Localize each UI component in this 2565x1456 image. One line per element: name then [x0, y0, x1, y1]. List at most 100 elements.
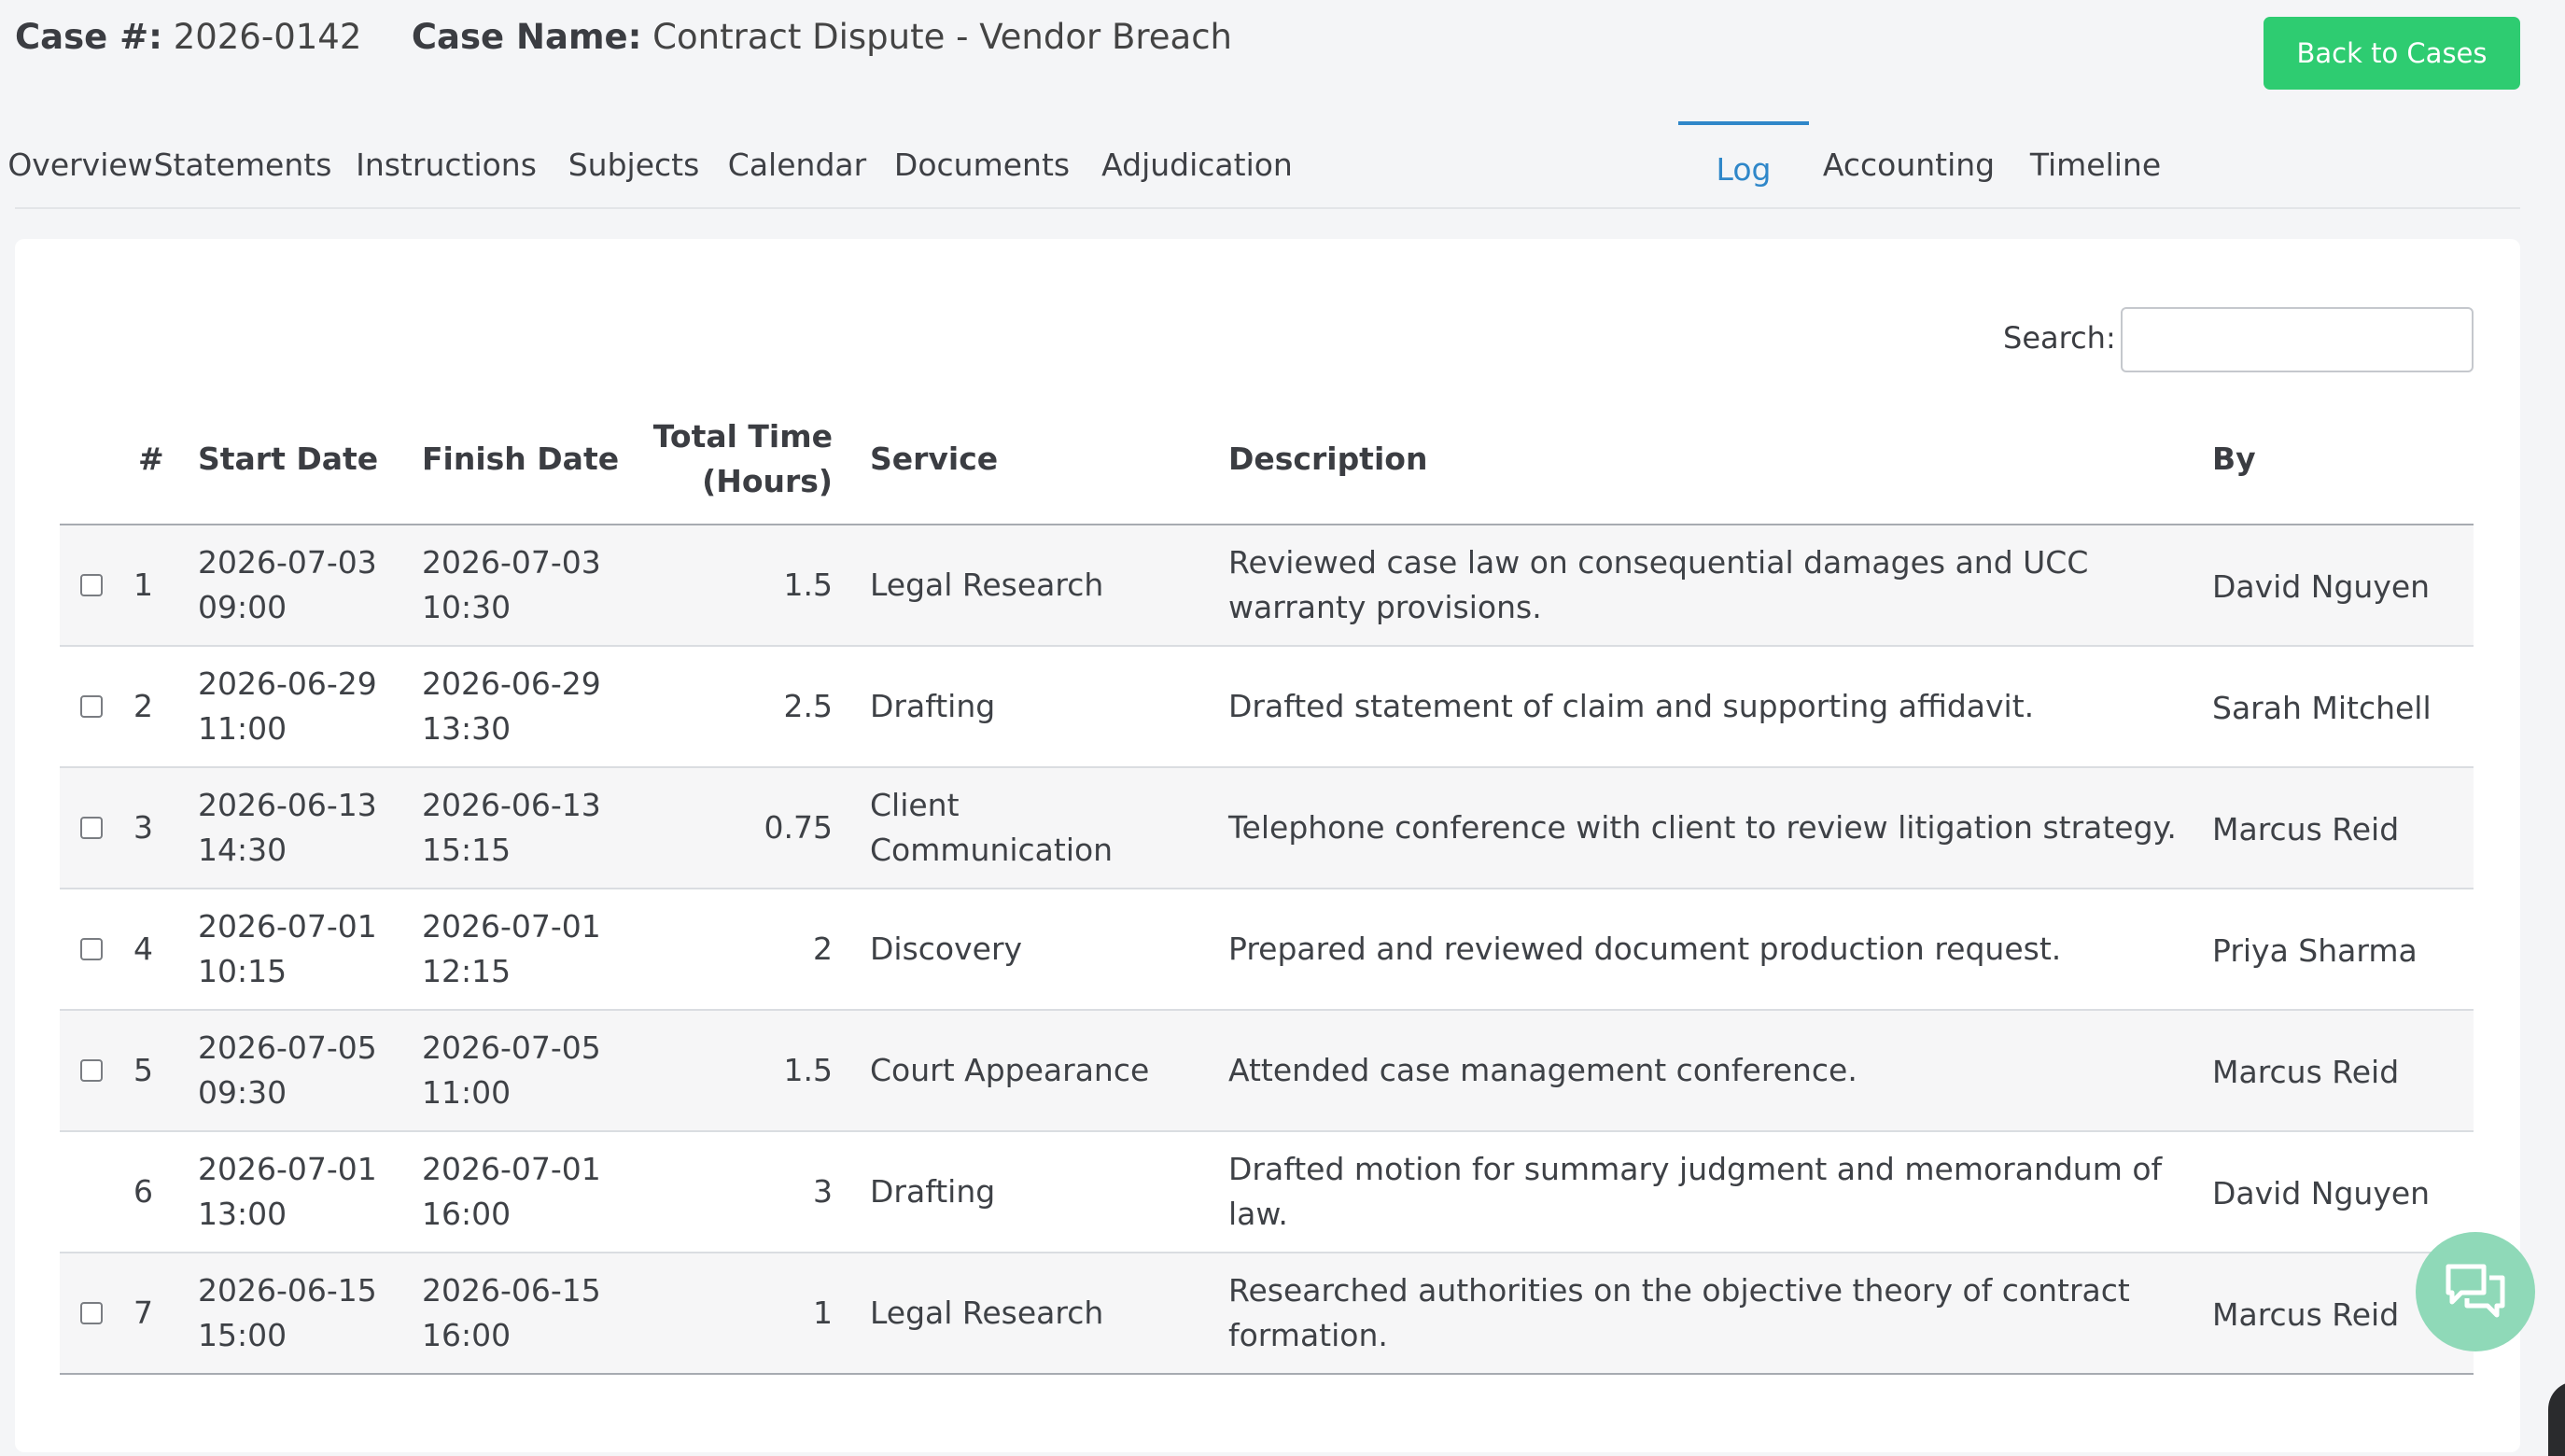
line-2: 15:15 — [422, 832, 512, 868]
service: Drafting — [870, 688, 996, 724]
line-1: 2026-07-03 — [422, 544, 601, 581]
line-2: 09:30 — [198, 1074, 287, 1111]
total-time: 2.5 — [783, 688, 833, 724]
start-date: 2026-07-01 13:00 — [198, 1147, 377, 1237]
tab-statements[interactable]: Statements — [147, 121, 339, 207]
start-date: 2026-07-05 09:30 — [198, 1026, 377, 1115]
row-number: 6 — [133, 1173, 153, 1210]
line-1: 2026-06-15 — [422, 1272, 601, 1309]
table-body: 1 2026-07-03 09:00 2026-07-03 10:30 1.5 Legal … — [60, 525, 2474, 1375]
by: Marcus Reid — [2212, 1296, 2400, 1333]
total-time: 0.75 — [764, 809, 833, 846]
description: Telephone conference with client to revi… — [1228, 809, 2177, 846]
col-total-time-line1: Total Time — [652, 418, 833, 455]
row-number: 2 — [133, 688, 153, 724]
line-1: 2026-06-15 — [198, 1272, 377, 1309]
col-start-date[interactable]: Start Date — [198, 437, 378, 482]
tab-calendar[interactable]: Calendar — [714, 121, 880, 207]
tab-adjudication[interactable]: Adjudication — [1084, 121, 1311, 207]
by: Priya Sharma — [2212, 932, 2418, 969]
search-input[interactable] — [2121, 307, 2474, 372]
row-number: 5 — [133, 1052, 153, 1088]
case-name: Contract Dispute - Vendor Breach — [652, 17, 1232, 57]
finish-date: 2026-06-13 15:15 — [422, 783, 601, 873]
chat-bubbles-icon — [2446, 1264, 2505, 1318]
page: Case #: 2026-0142 Case Name: Contract Di… — [0, 0, 2565, 1456]
tab-log[interactable]: Log — [1678, 121, 1809, 207]
line-2: 11:00 — [198, 710, 287, 747]
start-date: 2026-07-03 09:00 — [198, 540, 377, 630]
case-number-label: Case #: — [15, 17, 162, 57]
table-row: 4 2026-07-01 10:15 2026-07-01 12:15 2 Discover… — [60, 889, 2474, 1011]
total-time: 1 — [813, 1295, 833, 1331]
by: David Nguyen — [2212, 568, 2431, 605]
case-header: Case #: 2026-0142 Case Name: Contract Di… — [15, 17, 1232, 57]
finish-date: 2026-06-29 13:30 — [422, 662, 601, 751]
line-2: law. — [1228, 1196, 1288, 1232]
back-to-cases-button[interactable]: Back to Cases — [2264, 17, 2520, 90]
service: Discovery — [870, 931, 1023, 967]
log-table: # Start Date Finish Date Total Time (Hou… — [60, 406, 2474, 1375]
total-time: 1.5 — [783, 1052, 833, 1088]
line-2: formation. — [1228, 1317, 1388, 1353]
finish-date: 2026-06-15 16:00 — [422, 1268, 601, 1358]
description: Drafted statement of claim and supportin… — [1228, 688, 2035, 724]
line-2: warranty provisions. — [1228, 589, 1542, 625]
line-2: 14:30 — [198, 832, 287, 868]
start-date: 2026-06-15 15:00 — [198, 1268, 377, 1358]
search-label: Search: — [2003, 320, 2116, 356]
tab-timeline[interactable]: Timeline — [2009, 121, 2182, 207]
row-number: 3 — [133, 809, 153, 846]
service: Legal Research — [870, 1295, 1104, 1331]
by: Sarah Mitchell — [2212, 690, 2432, 726]
line-1: Drafted motion for summary judgment and … — [1228, 1151, 2163, 1187]
table-row: 5 2026-07-05 09:30 2026-07-05 11:00 1.5 Court … — [60, 1011, 2474, 1132]
line-1: 2026-07-01 — [198, 908, 377, 945]
chat-button[interactable] — [2416, 1232, 2535, 1351]
line-1: 2026-06-13 — [198, 787, 377, 823]
tab-accounting[interactable]: Accounting — [1809, 121, 2009, 207]
line-2: 13:30 — [422, 710, 512, 747]
table-row: 2 2026-06-29 11:00 2026-06-29 13:30 2.5 Drafti… — [60, 647, 2474, 768]
total-time: 3 — [813, 1173, 833, 1210]
tab-subjects[interactable]: Subjects — [554, 121, 714, 207]
col-description[interactable]: Description — [1228, 437, 1427, 482]
description: Drafted motion for summary judgment and … — [1228, 1147, 2199, 1237]
col-total-time[interactable]: Total Time (Hours) — [646, 414, 833, 504]
service: Client Communication — [870, 783, 1113, 873]
col-by[interactable]: By — [2212, 437, 2256, 482]
line-2: 12:15 — [422, 953, 512, 989]
start-date: 2026-06-13 14:30 — [198, 783, 377, 873]
line-1: 2026-07-05 — [422, 1029, 601, 1066]
line-1: 2026-06-29 — [198, 665, 377, 702]
by: Marcus Reid — [2212, 811, 2400, 847]
by: David Nguyen — [2212, 1175, 2431, 1211]
tab-overview[interactable]: Overview — [7, 121, 152, 207]
case-number: 2026-0142 — [173, 17, 362, 57]
table-row: 3 2026-06-13 14:30 2026-06-13 15:15 0.75 Clien… — [60, 768, 2474, 889]
tab-documents[interactable]: Documents — [880, 121, 1084, 207]
table-row: 1 2026-07-03 09:00 2026-07-03 10:30 1.5 Legal … — [60, 525, 2474, 647]
line-1: 2026-07-01 — [198, 1151, 377, 1187]
line-1: 2026-07-05 — [198, 1029, 377, 1066]
line-2: 16:00 — [422, 1196, 512, 1232]
finish-date: 2026-07-01 16:00 — [422, 1147, 601, 1237]
line-1: Reviewed case law on consequential damag… — [1228, 544, 2089, 581]
col-total-time-line2: (Hours) — [702, 463, 833, 499]
row-number: 7 — [133, 1295, 153, 1331]
description: Attended case management conference. — [1228, 1052, 1857, 1088]
table-header: # Start Date Finish Date Total Time (Hou… — [60, 406, 2474, 525]
table-row: 7 2026-06-15 15:00 2026-06-15 16:00 1 Legal Re… — [60, 1253, 2474, 1375]
tab-instructions[interactable]: Instructions — [339, 121, 554, 207]
window-corner — [2548, 1381, 2565, 1456]
line-1: 2026-06-13 — [422, 787, 601, 823]
col-service[interactable]: Service — [870, 437, 998, 482]
col-number[interactable]: # — [138, 437, 164, 482]
service: Legal Research — [870, 567, 1104, 603]
col-finish-date[interactable]: Finish Date — [422, 437, 619, 482]
line-2: 16:00 — [422, 1317, 512, 1353]
line-2: 11:00 — [422, 1074, 512, 1111]
line-2: 10:30 — [422, 589, 512, 625]
description: Prepared and reviewed document productio… — [1228, 931, 2062, 967]
tab-bar: Overview Statements Instructions Subject… — [7, 121, 2520, 209]
